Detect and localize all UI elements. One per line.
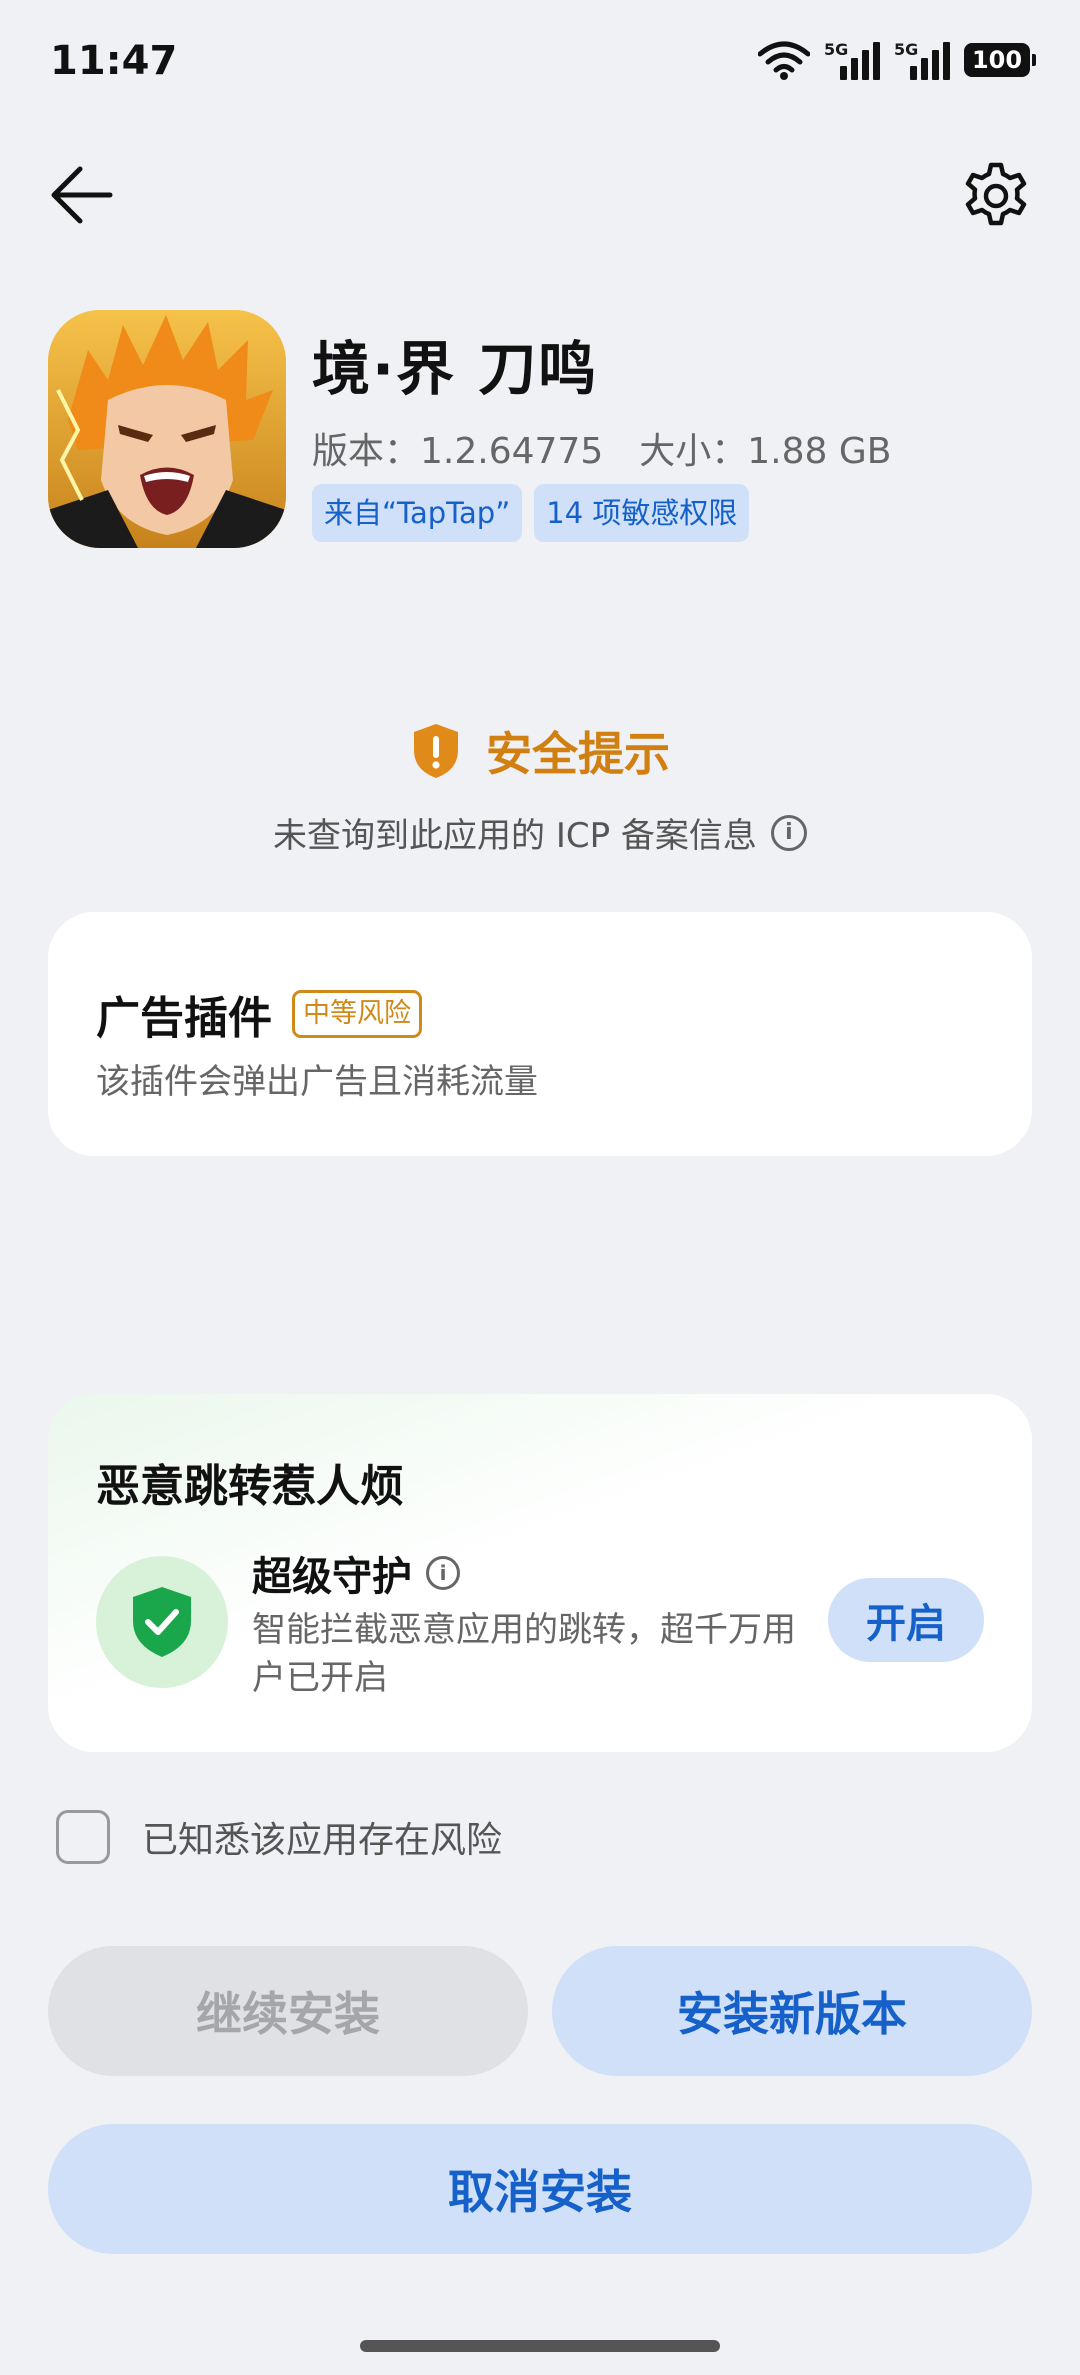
enable-guard-button[interactable]: 开启: [828, 1578, 984, 1662]
guard-description: 智能拦截恶意应用的跳转，超千万用户已开启: [252, 1610, 796, 1698]
continue-install-button[interactable]: 继续安装: [48, 1946, 528, 2076]
guard-title-row: 超级守护 i: [252, 1544, 460, 1602]
info-icon[interactable]: i: [770, 814, 807, 851]
back-arrow-icon: [51, 166, 113, 224]
app-icon: [48, 310, 286, 548]
wifi-icon: [758, 41, 810, 80]
install-new-version-button[interactable]: 安装新版本: [552, 1946, 1032, 2076]
source-tag[interactable]: 来自“TapTap”: [312, 484, 523, 542]
shield-check-icon: [133, 1587, 191, 1657]
acknowledge-checkbox[interactable]: [56, 1810, 110, 1864]
safety-header: 安全提示: [0, 718, 1080, 784]
icp-notice: 未查询到此应用的 ICP 备案信息 i: [0, 808, 1080, 857]
app-size: 大小：1.88 GB: [639, 431, 892, 472]
back-button[interactable]: [44, 160, 124, 230]
ad-plugin-title-row: 广告插件 中等风险: [96, 982, 422, 1046]
home-indicator[interactable]: [360, 2340, 720, 2352]
permissions-tag[interactable]: 14 项敏感权限: [534, 484, 750, 542]
app-name: 境·界 刀鸣: [312, 335, 599, 403]
ad-plugin-card: 广告插件 中等风险 该插件会弹出广告且消耗流量: [48, 912, 1032, 1156]
status-icons: 5G 5G 100: [758, 40, 1036, 80]
acknowledge-row[interactable]: 已知悉该应用存在风险: [56, 1810, 502, 1864]
signal-label: 5G: [894, 40, 919, 59]
app-tags: 来自“TapTap” 14 项敏感权限: [312, 484, 750, 542]
super-guard-card: 恶意跳转惹人烦 超级守护 i 智能拦截恶意应用的跳转，超千万用户已开启 开启: [48, 1394, 1032, 1752]
risk-badge: 中等风险: [292, 990, 422, 1038]
signal-label: 5G: [824, 40, 849, 59]
icp-notice-text: 未查询到此应用的 ICP 备案信息: [273, 816, 757, 856]
settings-button[interactable]: [960, 160, 1032, 232]
cancel-install-button[interactable]: 取消安装: [48, 2124, 1032, 2254]
signal-icon: 5G: [824, 40, 880, 80]
signal-icon: 5G: [894, 40, 950, 80]
guard-heading: 恶意跳转惹人烦: [96, 1461, 404, 1512]
battery-icon: 100: [964, 43, 1036, 77]
guard-title: 超级守护: [252, 1554, 412, 1600]
shield-warning-icon: [414, 724, 458, 778]
status-bar: 11:47 5G 5G 100: [0, 0, 1080, 130]
ad-plugin-description: 该插件会弹出广告且消耗流量: [96, 1062, 538, 1102]
app-version: 版本：1.2.64775: [312, 431, 604, 472]
info-icon[interactable]: i: [426, 1556, 460, 1590]
gear-icon: [965, 162, 1027, 226]
status-time: 11:47: [50, 38, 178, 84]
acknowledge-label[interactable]: 已知悉该应用存在风险: [142, 1811, 502, 1863]
app-meta: 版本：1.2.64775 大小：1.88 GB: [312, 422, 891, 474]
ad-plugin-title: 广告插件: [96, 993, 272, 1044]
safety-title: 安全提示: [486, 727, 670, 781]
guard-shield-badge: [96, 1556, 228, 1688]
